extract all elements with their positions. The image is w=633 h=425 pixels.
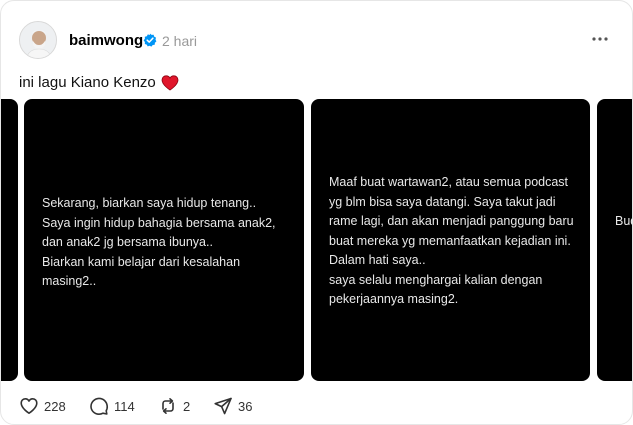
username[interactable]: baimwong xyxy=(69,32,143,49)
post-card: baimwong 2 hari ini lagu Kiano Kenzo Sek… xyxy=(0,0,633,425)
verified-badge-icon xyxy=(143,33,157,47)
post-header: baimwong 2 hari xyxy=(19,21,619,61)
share-button[interactable]: 36 xyxy=(213,395,252,417)
like-count: 228 xyxy=(44,398,66,414)
carousel-slide[interactable]: Maaf buat wartawan2, atau semua podcast … xyxy=(311,99,590,381)
carousel-slide[interactable]: Sekarang, biarkan saya hidup tenang.. Sa… xyxy=(24,99,304,381)
post-timestamp: 2 hari xyxy=(162,33,198,49)
avatar[interactable] xyxy=(19,21,57,59)
repost-count: 2 xyxy=(183,398,191,414)
share-count: 36 xyxy=(238,398,253,414)
slide-text: Sekarang, biarkan saya hidup tenang.. Sa… xyxy=(42,196,276,288)
slide-text: Bud xyxy=(615,214,632,228)
media-carousel[interactable]: Sekarang, biarkan saya hidup tenang.. Sa… xyxy=(1,99,632,381)
post-actions: 228 114 2 36 xyxy=(19,395,439,417)
like-button[interactable]: 228 xyxy=(19,395,66,417)
comment-icon xyxy=(90,397,109,415)
heart-icon xyxy=(20,398,38,414)
carousel-slide-next[interactable]: Bud xyxy=(597,99,632,381)
reply-count: 114 xyxy=(114,398,135,414)
more-options-icon[interactable] xyxy=(590,29,610,49)
reply-button[interactable]: 114 xyxy=(89,395,135,417)
carousel-slide-previous[interactable] xyxy=(1,99,18,381)
caption-text: ini lagu Kiano Kenzo xyxy=(19,74,156,91)
avatar-image xyxy=(20,22,56,58)
post-caption: ini lagu Kiano Kenzo xyxy=(19,74,179,91)
slide-text: Maaf buat wartawan2, atau semua podcast … xyxy=(329,175,574,306)
repost-button[interactable]: 2 xyxy=(158,395,190,417)
repost-icon xyxy=(162,398,174,414)
send-icon xyxy=(214,397,232,415)
heart-emoji-icon xyxy=(161,74,179,91)
